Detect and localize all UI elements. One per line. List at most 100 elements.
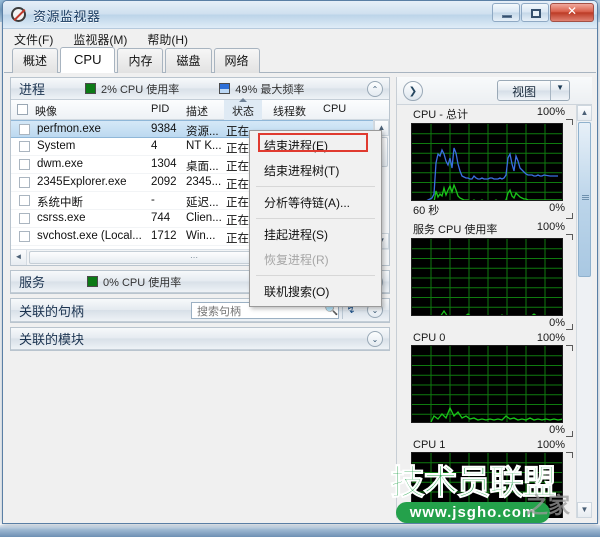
chart-bracket-top: [566, 119, 573, 125]
chart-cpu-0-max: 100%: [537, 332, 565, 344]
cell-description: 资源...: [186, 123, 219, 139]
cell-pid: 4: [151, 140, 157, 152]
context-menu-search-online[interactable]: 联机搜索(O): [250, 279, 381, 304]
chart-cpu-0-svg: [412, 346, 563, 423]
chart-cpu-total-min: 0%: [549, 202, 565, 218]
cell-image: svchost.exe (Local...: [37, 230, 149, 242]
tab-overview[interactable]: 概述: [12, 48, 58, 73]
context-menu-separator: [256, 218, 375, 219]
chart-cpu-1-plot: [411, 452, 563, 518]
chart-cpu-total-footer: 60 秒 0%: [411, 201, 575, 219]
context-menu-end-process[interactable]: 结束进程(E): [250, 133, 381, 158]
context-menu-resume-process: 恢复进程(R): [250, 247, 381, 272]
cell-status: 正在: [226, 230, 249, 246]
modules-title: 关联的模块: [19, 329, 84, 348]
chart-cpu-1-max: 100%: [537, 439, 565, 451]
minimize-icon: [502, 15, 512, 18]
chart-cpu-0: CPU 0 100%: [411, 331, 575, 437]
services-cpu-label: 0% CPU 使用率: [103, 274, 181, 290]
column-header-threads[interactable]: 线程数: [273, 103, 306, 119]
chart-bracket-top: [566, 234, 573, 240]
row-checkbox[interactable]: [19, 195, 30, 206]
menu-bar: 文件(F) 监视器(M) 帮助(H): [4, 29, 596, 49]
handles-title: 关联的句柄: [19, 301, 84, 320]
right-pane-scrollbar[interactable]: ▲ ▼: [576, 105, 592, 518]
cell-description: 桌面...: [186, 158, 219, 174]
chart-service-cpu-min: 0%: [549, 317, 565, 329]
menu-monitor[interactable]: 监视器(M): [69, 30, 131, 49]
modules-header[interactable]: 关联的模块 ⌄: [11, 328, 389, 350]
select-all-checkbox[interactable]: [17, 104, 28, 115]
column-header-status[interactable]: 状态: [224, 100, 262, 120]
chart-cpu-total: CPU - 总计 100%: [411, 105, 575, 219]
column-header-description[interactable]: 描述: [186, 103, 208, 119]
services-cpu-meter: 0% CPU 使用率: [87, 274, 181, 290]
modules-expand-icon[interactable]: ⌄: [367, 331, 383, 347]
process-context-menu: 结束进程(E) 结束进程树(T) 分析等待链(A)... 挂起进程(S) 恢复进…: [249, 130, 382, 307]
chevron-down-icon[interactable]: ▼: [550, 81, 569, 100]
chart-cpu-1-title: CPU 1: [413, 439, 445, 451]
cell-pid: 9384: [151, 123, 177, 135]
window-title: 资源监视器: [33, 6, 101, 25]
context-menu-suspend-process[interactable]: 挂起进程(S): [250, 222, 381, 247]
context-menu-separator: [256, 186, 375, 187]
modules-section: 关联的模块 ⌄: [10, 327, 390, 351]
row-checkbox[interactable]: [19, 213, 30, 224]
row-checkbox[interactable]: [19, 231, 30, 242]
cell-image: System: [37, 140, 75, 152]
column-header-image[interactable]: 映像: [35, 103, 57, 119]
processes-header[interactable]: 进程 2% CPU 使用率 49% 最大频率 ⌃: [11, 78, 389, 100]
menu-help[interactable]: 帮助(H): [143, 30, 192, 49]
right-scroll-up-icon[interactable]: ▲: [577, 105, 592, 121]
right-scroll-down-icon[interactable]: ▼: [577, 502, 592, 518]
processes-title: 进程: [19, 79, 45, 98]
resource-monitor-icon: [11, 7, 26, 22]
tab-cpu[interactable]: CPU: [60, 47, 115, 73]
chart-cpu-0-footer: 0%: [411, 423, 575, 437]
view-button[interactable]: 视图 ▼: [497, 80, 570, 101]
chart-service-cpu-title: 服务 CPU 使用率: [413, 221, 497, 237]
context-menu-end-process-tree[interactable]: 结束进程树(T): [250, 158, 381, 183]
tab-disk[interactable]: 磁盘: [165, 48, 211, 73]
column-header-pid[interactable]: PID: [151, 103, 169, 115]
cell-status: 正在: [226, 212, 249, 228]
right-pane: ❯ 视图 ▼ CPU - 总计 100%: [396, 77, 592, 518]
right-scroll-thumb[interactable]: [578, 122, 591, 277]
scroll-left-icon[interactable]: ◄: [11, 250, 27, 265]
tab-memory[interactable]: 内存: [117, 48, 163, 73]
column-header-status-label: 状态: [232, 106, 254, 118]
cell-status: 正在: [226, 194, 249, 210]
window-controls: ✕: [492, 3, 594, 22]
cell-description: 延迟...: [186, 194, 219, 210]
close-button[interactable]: ✕: [550, 3, 594, 22]
processes-collapse-icon[interactable]: ⌃: [367, 81, 383, 97]
expand-panel-icon[interactable]: ❯: [403, 81, 423, 101]
menu-file[interactable]: 文件(F): [10, 30, 57, 49]
services-cpu-swatch: [87, 276, 98, 287]
cell-pid: 2092: [151, 176, 177, 188]
context-menu-separator: [256, 275, 375, 276]
chart-cpu-total-max: 100%: [537, 106, 565, 122]
cell-image: 2345Explorer.exe: [37, 176, 127, 188]
scroll-thumb-grip: [582, 195, 589, 201]
chart-cpu-1-svg: [412, 453, 563, 518]
cell-pid: -: [151, 194, 155, 206]
chart-service-cpu-footer: 0%: [411, 316, 575, 330]
row-checkbox[interactable]: [19, 177, 30, 188]
chart-bracket-bottom: [566, 213, 573, 219]
row-checkbox[interactable]: [19, 159, 30, 170]
desktop-taskbar-strip: [0, 525, 600, 537]
charts-container: CPU - 总计 100%: [397, 105, 575, 518]
title-bar[interactable]: 资源监视器 ✕: [3, 1, 597, 29]
column-header-cpu[interactable]: CPU: [323, 103, 346, 115]
minimize-button[interactable]: [492, 3, 520, 22]
row-checkbox[interactable]: [19, 124, 30, 135]
max-frequency-label: 49% 最大频率: [235, 81, 304, 97]
context-menu-analyze-wait-chain[interactable]: 分析等待链(A)...: [250, 190, 381, 215]
cell-pid: 1304: [151, 158, 177, 170]
row-checkbox[interactable]: [19, 141, 30, 152]
chart-cpu-0-title: CPU 0: [413, 332, 445, 344]
tab-network[interactable]: 网络: [214, 48, 260, 73]
chart-service-cpu-labels: 服务 CPU 使用率 100%: [411, 220, 575, 238]
maximize-button[interactable]: [521, 3, 549, 22]
